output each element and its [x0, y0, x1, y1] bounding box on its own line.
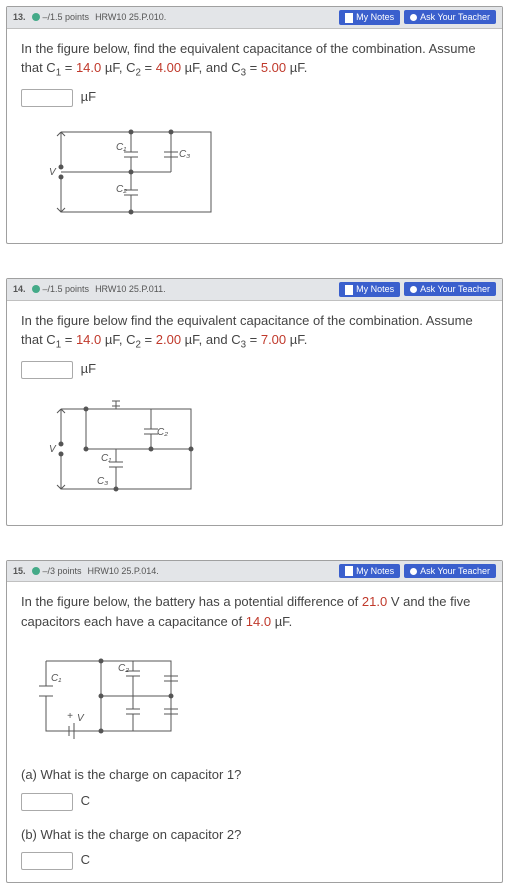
svg-text:+: +	[67, 711, 73, 722]
note-icon	[345, 285, 353, 295]
problem-body: In the figure below find the equivalent …	[7, 301, 502, 525]
my-notes-button[interactable]: My Notes	[339, 10, 400, 25]
problem-number: 15.	[13, 566, 26, 576]
problem-15: 15. –/3 points HRW10 25.P.014. My Notes …	[6, 560, 503, 883]
answer-unit: µF	[81, 89, 96, 104]
svg-text:C₂: C₂	[118, 663, 129, 674]
plus-icon	[410, 286, 417, 293]
points-label: –/1.5 points	[43, 284, 90, 294]
problem-header: 14. –/1.5 points HRW10 25.P.011. My Note…	[7, 279, 502, 301]
svg-text:C₂: C₂	[116, 184, 127, 195]
reference-label: HRW10 25.P.010.	[95, 12, 166, 22]
status-icon	[32, 285, 40, 293]
problem-header: 15. –/3 points HRW10 25.P.014. My Notes …	[7, 561, 502, 583]
answer-unit: C	[81, 793, 90, 808]
answer-input[interactable]	[21, 89, 73, 107]
svg-text:C₁: C₁	[51, 673, 61, 684]
problem-number: 13.	[13, 12, 26, 22]
answer-row: C	[21, 850, 488, 870]
answer-row: µF	[21, 359, 488, 379]
prompt-text: In the figure below find the equivalent …	[21, 311, 488, 354]
answer-input[interactable]	[21, 361, 73, 379]
problem-body: In the figure below, the battery has a p…	[7, 582, 502, 881]
plus-icon	[410, 14, 417, 21]
part-a: (a) What is the charge on capacitor 1? C	[21, 765, 488, 810]
answer-input[interactable]	[21, 793, 73, 811]
svg-text:C₂: C₂	[157, 427, 168, 438]
svg-text:C₁: C₁	[116, 142, 126, 153]
ask-teacher-button[interactable]: Ask Your Teacher	[404, 10, 496, 24]
ask-teacher-button[interactable]: Ask Your Teacher	[404, 564, 496, 578]
prompt-text: In the figure below, find the equivalent…	[21, 39, 488, 82]
part-b-label: (b) What is the charge on capacitor 2?	[21, 825, 488, 845]
answer-row: µF	[21, 87, 488, 107]
answer-unit: µF	[81, 361, 96, 376]
ask-teacher-button[interactable]: Ask Your Teacher	[404, 282, 496, 296]
status-icon	[32, 567, 40, 575]
problem-body: In the figure below, find the equivalent…	[7, 29, 502, 243]
my-notes-button[interactable]: My Notes	[339, 564, 400, 579]
problem-13: 13. –/1.5 points HRW10 25.P.010. My Note…	[6, 6, 503, 244]
status-icon	[32, 13, 40, 21]
points-label: –/3 points	[43, 566, 82, 576]
svg-text:V: V	[49, 444, 57, 455]
points-label: –/1.5 points	[43, 12, 90, 22]
answer-row: C	[21, 791, 488, 811]
circuit-diagram: V C₁ C₂ C₃	[21, 117, 488, 227]
answer-unit: C	[81, 852, 90, 867]
svg-text:C₃: C₃	[97, 476, 108, 487]
part-a-label: (a) What is the charge on capacitor 1?	[21, 765, 488, 785]
svg-text:V: V	[49, 167, 57, 178]
note-icon	[345, 566, 353, 576]
my-notes-button[interactable]: My Notes	[339, 282, 400, 297]
reference-label: HRW10 25.P.014.	[88, 566, 159, 576]
svg-text:C₁: C₁	[101, 453, 111, 464]
part-b: (b) What is the charge on capacitor 2? C	[21, 825, 488, 870]
circuit-diagram: V C₁ C₂ C₃	[21, 389, 488, 509]
svg-text:C₃: C₃	[179, 149, 190, 160]
circuit-diagram: C₁ C₂ + V	[21, 641, 488, 751]
answer-input[interactable]	[21, 852, 73, 870]
prompt-text: In the figure below, the battery has a p…	[21, 592, 488, 631]
problem-14: 14. –/1.5 points HRW10 25.P.011. My Note…	[6, 278, 503, 526]
problem-number: 14.	[13, 284, 26, 294]
plus-icon	[410, 568, 417, 575]
note-icon	[345, 13, 353, 23]
problem-header: 13. –/1.5 points HRW10 25.P.010. My Note…	[7, 7, 502, 29]
reference-label: HRW10 25.P.011.	[95, 284, 166, 294]
svg-text:V: V	[77, 713, 85, 724]
